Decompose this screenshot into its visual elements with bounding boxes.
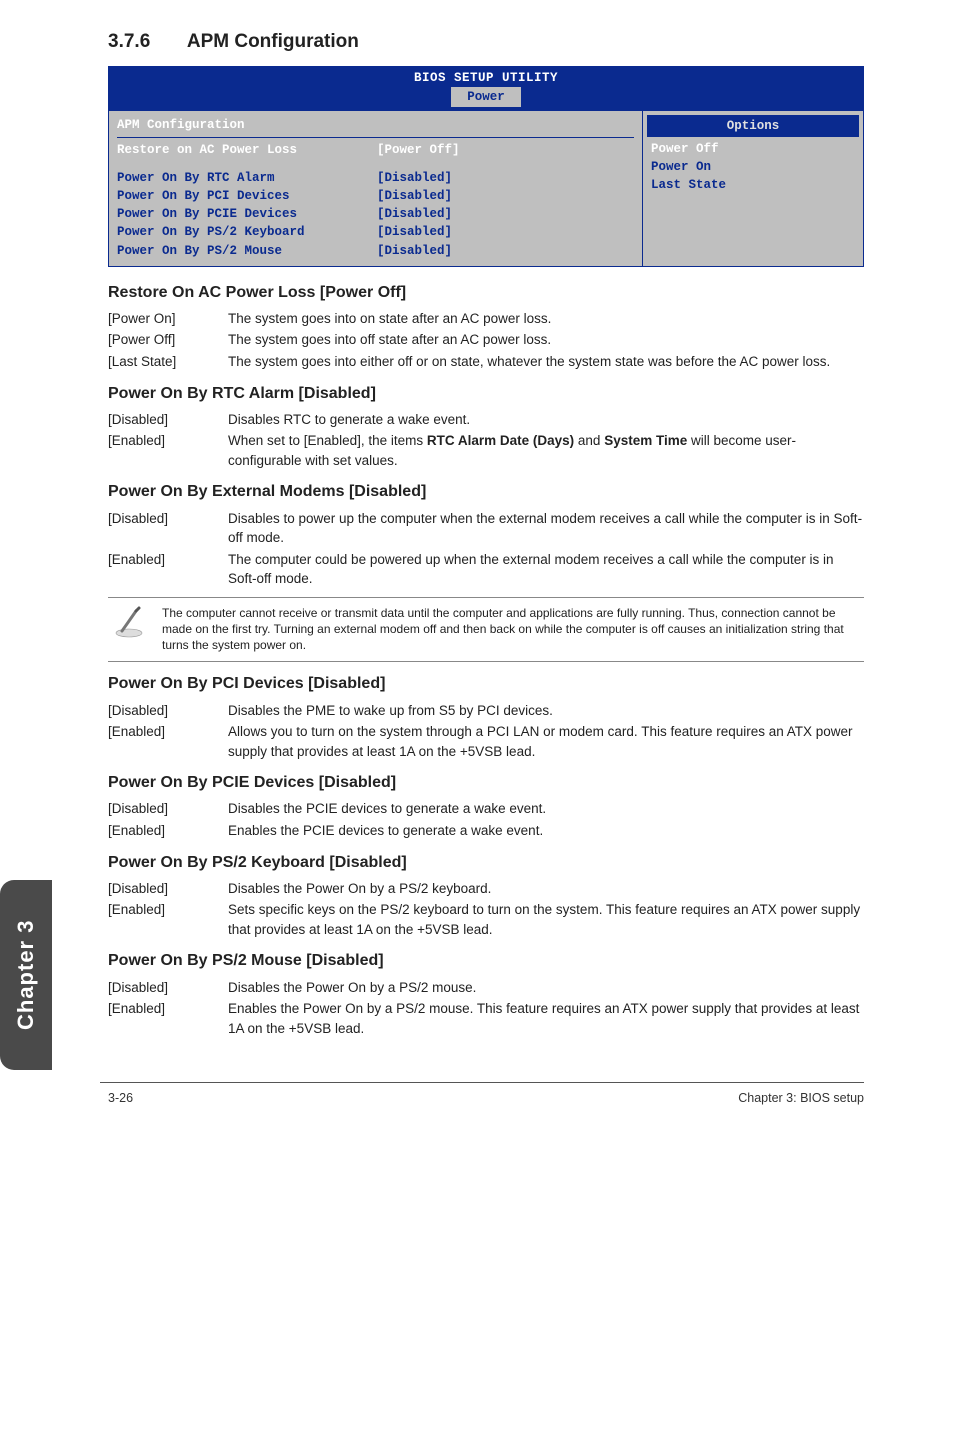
bios-setting-row[interactable]: Power On By PCIE Devices[Disabled] [117, 205, 634, 223]
bios-left-pane: APM Configuration Restore on AC Power Lo… [109, 111, 643, 266]
bios-setting-value: [Disabled] [377, 187, 452, 205]
subsection-heading: Power On By External Modems [Disabled] [108, 480, 864, 503]
option-description: The system goes into either off or on st… [228, 352, 864, 372]
option-row: [Enabled]Enables the PCIE devices to gen… [108, 821, 864, 841]
section-title: APM Configuration [187, 31, 359, 52]
option-key: [Disabled] [108, 410, 228, 430]
bios-option-item[interactable]: Power On [651, 158, 855, 176]
bios-setup-panel: BIOS SETUP UTILITY Power APM Configurati… [108, 66, 864, 267]
option-key: [Disabled] [108, 799, 228, 819]
note-text: The computer cannot receive or transmit … [162, 605, 864, 654]
option-description: When set to [Enabled], the items RTC Ala… [228, 431, 864, 470]
bios-setting-key: Power On By PS/2 Keyboard [117, 223, 377, 241]
footer-chapter: Chapter 3: BIOS setup [738, 1089, 864, 1107]
option-key: [Enabled] [108, 821, 228, 841]
subsection-heading: Power On By PS/2 Keyboard [Disabled] [108, 851, 864, 874]
option-description: Disables RTC to generate a wake event. [228, 410, 864, 430]
bios-option-item[interactable]: Last State [651, 176, 855, 194]
page-footer: 3-26 Chapter 3: BIOS setup [100, 1082, 864, 1107]
option-row: [Enabled]Enables the Power On by a PS/2 … [108, 999, 864, 1038]
option-description: Disables the PME to wake up from S5 by P… [228, 701, 864, 721]
option-key: [Disabled] [108, 701, 228, 721]
footer-page-number: 3-26 [100, 1089, 133, 1107]
chapter-side-tab: Chapter 3 [0, 880, 52, 1070]
subsection-heading: Power On By PCIE Devices [Disabled] [108, 771, 864, 794]
option-description: The system goes into on state after an A… [228, 309, 864, 329]
option-description: Disables to power up the computer when t… [228, 509, 864, 548]
bios-right-pane: Options Power OffPower OnLast State [643, 111, 863, 266]
bios-setting-key: Restore on AC Power Loss [117, 141, 377, 159]
bios-setting-value: [Power Off] [377, 141, 460, 159]
bios-setting-row[interactable]: Power On By PCI Devices[Disabled] [117, 187, 634, 205]
option-row: [Enabled]Sets specific keys on the PS/2 … [108, 900, 864, 939]
note-icon [108, 605, 144, 643]
subsection-heading: Restore On AC Power Loss [Power Off] [108, 281, 864, 304]
option-key: [Enabled] [108, 550, 228, 589]
bios-setting-key: Power On By PCI Devices [117, 187, 377, 205]
option-description: Disables the Power On by a PS/2 mouse. [228, 978, 864, 998]
option-row: [Disabled]Disables RTC to generate a wak… [108, 410, 864, 430]
option-description: Enables the Power On by a PS/2 mouse. Th… [228, 999, 864, 1038]
bios-setting-value: [Disabled] [377, 205, 452, 223]
bios-setting-row[interactable]: Restore on AC Power Loss[Power Off] [117, 141, 634, 159]
bios-title: BIOS SETUP UTILITY [109, 67, 863, 87]
subsection-heading: Power On By RTC Alarm [Disabled] [108, 382, 864, 405]
option-row: [Enabled]When set to [Enabled], the item… [108, 431, 864, 470]
option-key: [Enabled] [108, 999, 228, 1038]
bios-setting-row[interactable]: Power On By PS/2 Keyboard[Disabled] [117, 223, 634, 241]
option-key: [Disabled] [108, 978, 228, 998]
option-row: [Disabled]Disables the PCIE devices to g… [108, 799, 864, 819]
option-row: [Enabled]Allows you to turn on the syste… [108, 722, 864, 761]
option-key: [Power On] [108, 309, 228, 329]
option-key: [Last State] [108, 352, 228, 372]
option-row: [Disabled]Disables the PME to wake up fr… [108, 701, 864, 721]
bios-panel-title: APM Configuration [117, 115, 634, 138]
note-block: The computer cannot receive or transmit … [108, 597, 864, 663]
bios-tab-row: Power [109, 87, 863, 111]
bios-tab-power[interactable]: Power [451, 87, 521, 107]
option-row: [Last State]The system goes into either … [108, 352, 864, 372]
option-key: [Enabled] [108, 431, 228, 470]
option-description: Sets specific keys on the PS/2 keyboard … [228, 900, 864, 939]
option-key: [Enabled] [108, 722, 228, 761]
bios-setting-row[interactable]: Power On By RTC Alarm[Disabled] [117, 169, 634, 187]
section-heading: 3.7.6 APM Configuration [108, 28, 864, 56]
bios-setting-value: [Disabled] [377, 169, 452, 187]
option-row: [Disabled]Disables to power up the compu… [108, 509, 864, 548]
bios-setting-row[interactable]: Power On By PS/2 Mouse[Disabled] [117, 242, 634, 260]
bios-setting-key: Power On By PS/2 Mouse [117, 242, 377, 260]
option-description: The system goes into off state after an … [228, 330, 864, 350]
option-description: Disables the PCIE devices to generate a … [228, 799, 864, 819]
option-description: Enables the PCIE devices to generate a w… [228, 821, 864, 841]
option-key: [Power Off] [108, 330, 228, 350]
option-row: [Power Off]The system goes into off stat… [108, 330, 864, 350]
option-row: [Power On]The system goes into on state … [108, 309, 864, 329]
option-key: [Disabled] [108, 879, 228, 899]
option-row: [Disabled]Disables the Power On by a PS/… [108, 879, 864, 899]
option-description: Disables the Power On by a PS/2 keyboard… [228, 879, 864, 899]
bios-setting-value: [Disabled] [377, 223, 452, 241]
option-row: [Disabled]Disables the Power On by a PS/… [108, 978, 864, 998]
option-description: Allows you to turn on the system through… [228, 722, 864, 761]
bios-setting-value: [Disabled] [377, 242, 452, 260]
subsection-heading: Power On By PS/2 Mouse [Disabled] [108, 949, 864, 972]
option-key: [Enabled] [108, 900, 228, 939]
option-description: The computer could be powered up when th… [228, 550, 864, 589]
bios-setting-key: Power On By PCIE Devices [117, 205, 377, 223]
bios-option-item[interactable]: Power Off [651, 140, 855, 158]
bios-options-title: Options [647, 115, 859, 137]
bios-setting-key: Power On By RTC Alarm [117, 169, 377, 187]
subsection-heading: Power On By PCI Devices [Disabled] [108, 672, 864, 695]
section-number: 3.7.6 [108, 28, 150, 56]
option-row: [Enabled]The computer could be powered u… [108, 550, 864, 589]
option-key: [Disabled] [108, 509, 228, 548]
